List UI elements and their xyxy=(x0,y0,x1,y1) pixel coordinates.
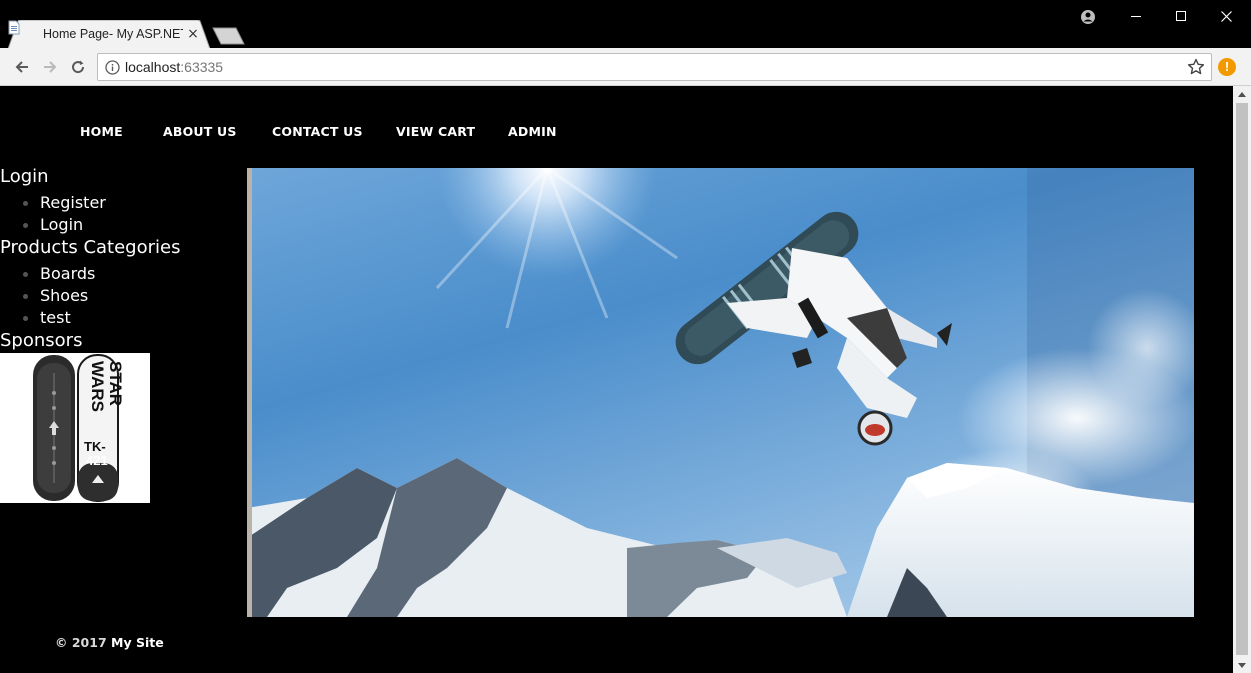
sponsor-logo-text-star: STAR xyxy=(106,361,125,406)
page-viewport: HOME ABOUT US CONTACT US VIEW CART ADMIN… xyxy=(0,86,1233,673)
info-icon[interactable] xyxy=(105,60,120,75)
register-link[interactable]: Register xyxy=(40,193,106,212)
reload-icon xyxy=(72,60,85,74)
hero-left-border xyxy=(247,168,252,617)
triangle-down-icon xyxy=(1238,662,1246,668)
page-favicon-icon xyxy=(8,20,20,35)
maximize-icon xyxy=(1176,11,1186,21)
scroll-up-button[interactable] xyxy=(1233,86,1251,102)
maximize-button[interactable] xyxy=(1158,0,1204,32)
snowboarder-illustration xyxy=(247,168,1194,617)
login-heading: Login xyxy=(0,166,49,187)
arrow-right-icon xyxy=(44,61,57,73)
category-shoes-link[interactable]: Shoes xyxy=(40,286,88,305)
close-window-button[interactable] xyxy=(1203,0,1249,32)
category-test-link[interactable]: test xyxy=(40,308,71,327)
category-boards-link[interactable]: Boards xyxy=(40,264,95,283)
url-text: localhost:63335 xyxy=(125,59,223,75)
browser-tab-home[interactable]: Home Page- My ASP.NET × xyxy=(8,20,210,49)
nav-view-cart[interactable]: VIEW CART xyxy=(396,124,475,139)
address-bar[interactable]: localhost:63335 xyxy=(97,53,1212,81)
bookmark-star-icon[interactable] xyxy=(1187,58,1205,76)
list-item: Register xyxy=(0,192,240,214)
footer-site-name: My Site xyxy=(111,635,164,650)
bullet-icon xyxy=(23,201,28,206)
nav-contact-us[interactable]: CONTACT US xyxy=(272,124,363,139)
page-scrollbar[interactable] xyxy=(1233,86,1251,673)
url-host: localhost xyxy=(125,59,181,75)
forward-button[interactable] xyxy=(38,55,62,79)
sponsor-logo-text-tk: TK- xyxy=(84,439,106,454)
snowboard-graphic: STAR WARS TK- 421 xyxy=(0,353,150,503)
new-tab-button[interactable] xyxy=(211,27,245,45)
sponsors-heading: Sponsors xyxy=(0,330,83,351)
profile-icon[interactable] xyxy=(1078,8,1098,26)
close-icon xyxy=(1220,10,1232,22)
list-item: Shoes xyxy=(0,285,240,307)
minimize-icon xyxy=(1131,16,1141,17)
sponsor-image[interactable]: STAR WARS TK- 421 xyxy=(0,353,150,503)
categories-heading: Products Categories xyxy=(0,237,181,258)
minimize-button[interactable] xyxy=(1113,0,1159,32)
browser-titlebar: Home Page- My ASP.NET × xyxy=(0,0,1251,49)
url-port: :63335 xyxy=(180,59,224,75)
sidebar: Login Register Login Products Categories… xyxy=(0,165,240,503)
categories-list: Boards Shoes test xyxy=(0,263,240,329)
list-item: Login xyxy=(0,214,240,236)
list-item: Boards xyxy=(0,263,240,285)
tab-close-icon[interactable]: × xyxy=(186,26,200,42)
arrow-left-icon xyxy=(15,61,28,73)
back-button[interactable] xyxy=(10,55,34,79)
browser-toolbar: localhost:63335 ! xyxy=(0,48,1251,86)
sponsor-logo-text-wars: WARS xyxy=(88,361,107,412)
triangle-up-icon xyxy=(1238,91,1246,97)
page-footer: © 2017 My Site xyxy=(55,635,164,650)
nav-admin[interactable]: ADMIN xyxy=(508,124,557,139)
footer-copyright: © 2017 xyxy=(55,635,107,650)
tab-title: Home Page- My ASP.NET xyxy=(43,27,183,41)
login-list: Register Login xyxy=(0,192,240,236)
reload-button[interactable] xyxy=(66,55,90,79)
login-link[interactable]: Login xyxy=(40,215,83,234)
update-alert-icon[interactable]: ! xyxy=(1218,58,1236,76)
nav-home[interactable]: HOME xyxy=(80,124,123,139)
bullet-icon xyxy=(23,272,28,277)
sponsor-logo-text-421: 421 xyxy=(86,453,108,468)
nav-about-us[interactable]: ABOUT US xyxy=(163,124,237,139)
scrollbar-thumb[interactable] xyxy=(1236,103,1248,655)
bullet-icon xyxy=(23,316,28,321)
list-item: test xyxy=(0,307,240,329)
bullet-icon xyxy=(23,294,28,299)
bullet-icon xyxy=(23,223,28,228)
scroll-down-button[interactable] xyxy=(1233,657,1251,673)
hero-image xyxy=(247,168,1194,617)
